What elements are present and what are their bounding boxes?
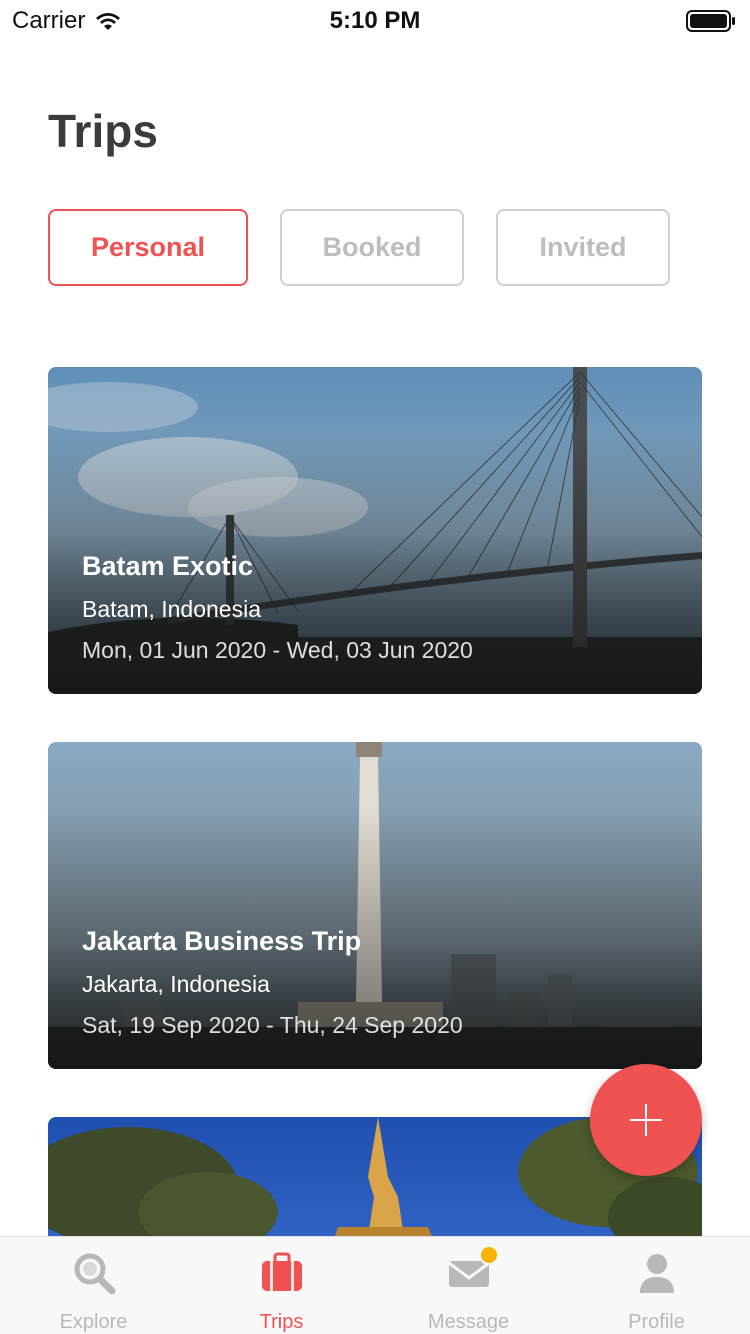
tab-label: Trips — [259, 1311, 304, 1333]
battery-icon — [686, 10, 735, 32]
trip-location: Jakarta, Indonesia — [82, 971, 270, 997]
tab-explore[interactable]: Explore — [0, 1237, 187, 1334]
status-time: 5:10 PM — [329, 7, 421, 34]
bottom-tab-bar: Explore Trips Message Profile — [0, 1236, 750, 1334]
tab-trips[interactable]: Trips — [188, 1237, 375, 1334]
trip-dates: Sat, 19 Sep 2020 - Thu, 24 Sep 2020 — [82, 1012, 463, 1038]
tab-profile[interactable]: Profile — [563, 1237, 750, 1334]
trip-location: Batam, Indonesia — [82, 596, 262, 622]
tab-label: Message — [427, 1311, 510, 1333]
plus-icon — [630, 1104, 662, 1136]
trip-name: Jakarta Business Trip — [82, 926, 362, 956]
envelope-icon-wrap — [447, 1245, 499, 1295]
trip-dates: Mon, 01 Jun 2020 - Wed, 03 Jun 2020 — [82, 637, 473, 663]
page-title: Trips — [48, 105, 158, 157]
status-bar: Carrier 5:10 PM — [0, 0, 750, 40]
trip-info: Batam Exotic Batam, Indonesia Mon, 01 Ju… — [82, 551, 473, 664]
tab-message[interactable]: Message — [375, 1237, 562, 1334]
filter-tab-personal[interactable]: Personal — [48, 209, 248, 286]
filter-tab-invited[interactable]: Invited — [496, 209, 670, 286]
filter-tab-booked[interactable]: Booked — [280, 209, 464, 286]
search-icon — [74, 1253, 115, 1295]
tab-label: Explore — [59, 1311, 128, 1333]
add-trip-button[interactable] — [590, 1064, 702, 1176]
trip-name: Batam Exotic — [82, 551, 254, 581]
notification-badge — [478, 1245, 499, 1265]
suitcase-icon — [261, 1252, 302, 1291]
trip-card[interactable]: Jakarta Business Trip Jakarta, Indonesia… — [48, 742, 702, 1069]
tab-label: Profile — [628, 1311, 685, 1333]
trip-info: Jakarta Business Trip Jakarta, Indonesia… — [82, 926, 463, 1039]
trip-card[interactable]: Batam Exotic Batam, Indonesia Mon, 01 Ju… — [48, 367, 702, 694]
person-icon — [639, 1254, 674, 1293]
